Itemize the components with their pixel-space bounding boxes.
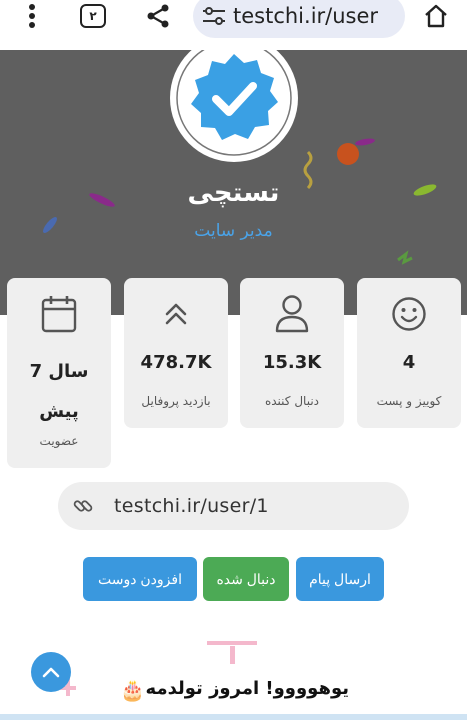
- birthday-decoration: [230, 646, 235, 664]
- double-chevron-up-icon: [124, 292, 228, 336]
- menu-dots-icon[interactable]: [18, 0, 46, 32]
- address-bar[interactable]: testchi.ir/user: [193, 0, 405, 38]
- home-icon[interactable]: [420, 0, 452, 32]
- tab-count: ۲: [89, 9, 97, 23]
- tabs-count-button[interactable]: ۲: [80, 4, 106, 28]
- url-text[interactable]: testchi.ir/user: [233, 4, 378, 28]
- stat-value: 15.3K: [262, 352, 322, 373]
- avatar[interactable]: [170, 50, 298, 162]
- stat-value: 4: [402, 352, 416, 373]
- profile-link[interactable]: testchi.ir/user/1: [58, 482, 409, 530]
- birthday-decoration: [207, 641, 257, 645]
- birthday-text: یوهوووو! امروز تولدمه: [145, 678, 349, 699]
- profile-link-text[interactable]: testchi.ir/user/1: [114, 495, 269, 517]
- share-icon[interactable]: [143, 0, 173, 32]
- smiley-icon: [357, 292, 461, 336]
- user-name: تستچی: [187, 178, 280, 208]
- tune-icon[interactable]: [201, 6, 227, 26]
- stat-value: 7 سال پیش: [29, 361, 89, 422]
- bottom-divider: [0, 714, 467, 720]
- send-message-button[interactable]: ارسال پیام: [296, 557, 384, 601]
- stat-card-posts[interactable]: 4 کوییز و پست: [357, 278, 461, 428]
- link-icon: [73, 500, 93, 512]
- cake-icon: 🎂: [120, 678, 145, 702]
- user-icon: [240, 292, 344, 336]
- stat-card-followers[interactable]: 15.3K دنبال کننده: [240, 278, 344, 428]
- profile-header: تستچی مدیر سایت: [0, 50, 467, 315]
- stat-value: 478.7K: [140, 352, 212, 373]
- birthday-banner: 🎂 یوهوووو! امروز تولدمه: [0, 676, 467, 708]
- stat-label: دنبال کننده: [264, 394, 320, 408]
- add-friend-button[interactable]: افزودن دوست: [83, 557, 197, 601]
- stat-card-membership[interactable]: 7 سال پیش عضویت: [7, 278, 111, 468]
- stat-label: بازدید پروفایل: [141, 394, 211, 408]
- stat-card-views[interactable]: 478.7K بازدید پروفایل: [124, 278, 228, 428]
- browser-toolbar: ۲ testchi.ir/user: [0, 0, 467, 50]
- followed-button[interactable]: دنبال شده: [203, 557, 289, 601]
- verified-check-icon: [176, 50, 292, 156]
- stat-label: کوییز و پست: [376, 394, 442, 408]
- user-role: مدیر سایت: [194, 221, 273, 241]
- calendar-icon: [7, 292, 111, 336]
- stat-label: عضویت: [39, 434, 79, 448]
